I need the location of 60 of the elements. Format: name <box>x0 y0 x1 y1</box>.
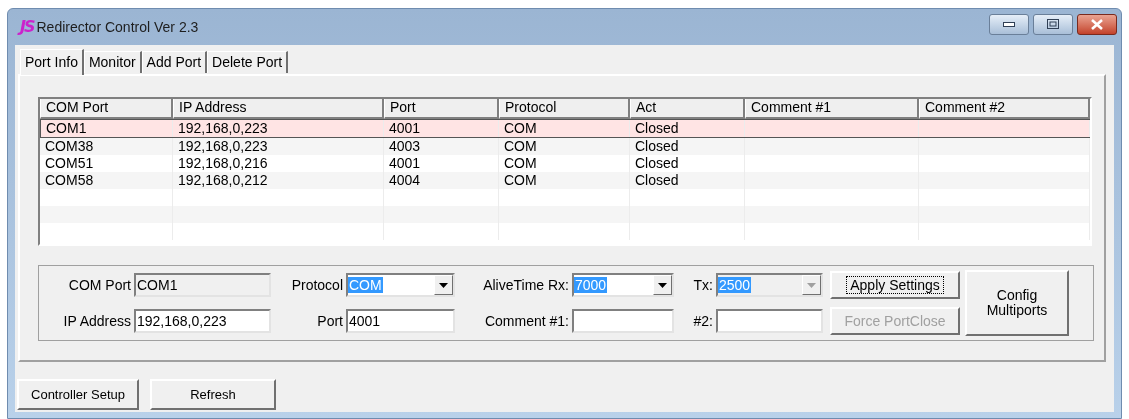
field-label: AliveTime Rx: <box>482 275 570 295</box>
close-button[interactable] <box>1077 13 1117 35</box>
tab[interactable]: Add Port <box>141 51 208 73</box>
table-cell: COM38 <box>45 138 94 154</box>
table-cell: COM <box>504 120 537 136</box>
dropdown-arrow-icon <box>807 282 816 288</box>
column-header[interactable]: IP Address <box>173 99 384 119</box>
column-header[interactable]: Comment #1 <box>745 99 919 119</box>
table-cell: 4001 <box>389 120 421 136</box>
tab[interactable]: Delete Port <box>207 51 289 73</box>
table-cell: COM1 <box>46 120 87 136</box>
table-cell: 4003 <box>389 138 421 154</box>
dropdown-arrow-icon <box>439 282 448 288</box>
input-field[interactable]: 192,168,0,223 <box>134 309 271 333</box>
table-cell: 192,168,0,223 <box>178 120 268 136</box>
table-cell: COM51 <box>45 155 94 171</box>
table-cell: 192,168,0,216 <box>178 155 268 171</box>
footer-button[interactable]: Controller Setup <box>17 379 139 410</box>
field-label: COM Port <box>67 275 132 295</box>
column-header[interactable]: Protocol <box>499 99 630 119</box>
field-label: Tx: <box>692 275 714 295</box>
table-cell: Closed <box>635 120 679 136</box>
table-row[interactable]: COM38 192,168,0,223 4003 COM Closed <box>40 138 1090 155</box>
window-title: Redirector Control Ver 2.3 <box>36 17 199 37</box>
table-cell: COM <box>504 155 537 171</box>
minimize-icon <box>1003 21 1015 27</box>
table-cell: Closed <box>635 138 679 154</box>
table-cell: 192,168,0,212 <box>178 172 268 188</box>
table-cell: COM58 <box>45 172 94 188</box>
table-row[interactable]: COM1 192,168,0,223 4001 COM Closed <box>40 119 1090 138</box>
tab[interactable]: Monitor <box>83 51 142 73</box>
action-button[interactable]: Apply Settings <box>830 271 960 299</box>
table-cell: 4001 <box>389 155 421 171</box>
maximize-icon <box>1047 19 1059 29</box>
table-cell: 192,168,0,223 <box>178 138 268 154</box>
table-cell: COM <box>504 138 537 154</box>
column-header[interactable]: Comment #2 <box>919 99 1090 119</box>
minimize-button[interactable] <box>989 13 1029 35</box>
table-cell: Closed <box>635 172 679 188</box>
column-header[interactable]: COM Port <box>40 99 173 119</box>
input-field[interactable] <box>572 309 674 333</box>
table-cell: Closed <box>635 155 679 171</box>
input-field[interactable] <box>716 309 823 333</box>
field-label: #2: <box>692 311 714 331</box>
tab[interactable]: Port Info <box>20 49 84 75</box>
config-multiports-button[interactable]: Config Multiports <box>965 270 1069 336</box>
maximize-button[interactable] <box>1033 13 1073 35</box>
table-row[interactable]: COM58 192,168,0,212 4004 COM Closed <box>40 172 1090 189</box>
table-cell: 4004 <box>389 172 421 188</box>
column-header[interactable]: Act <box>630 99 745 119</box>
field-label: Port <box>316 311 344 331</box>
table-cell: COM <box>504 172 537 188</box>
dropdown-arrow-icon <box>658 282 667 288</box>
field-label: Protocol <box>290 275 344 295</box>
field-label: IP Address <box>62 311 132 331</box>
input-field[interactable]: 4001 <box>346 309 455 333</box>
close-icon <box>1090 18 1104 30</box>
column-header[interactable]: Port <box>384 99 499 119</box>
field-label: Comment #1: <box>483 311 570 331</box>
footer-button[interactable]: Refresh <box>150 379 276 410</box>
